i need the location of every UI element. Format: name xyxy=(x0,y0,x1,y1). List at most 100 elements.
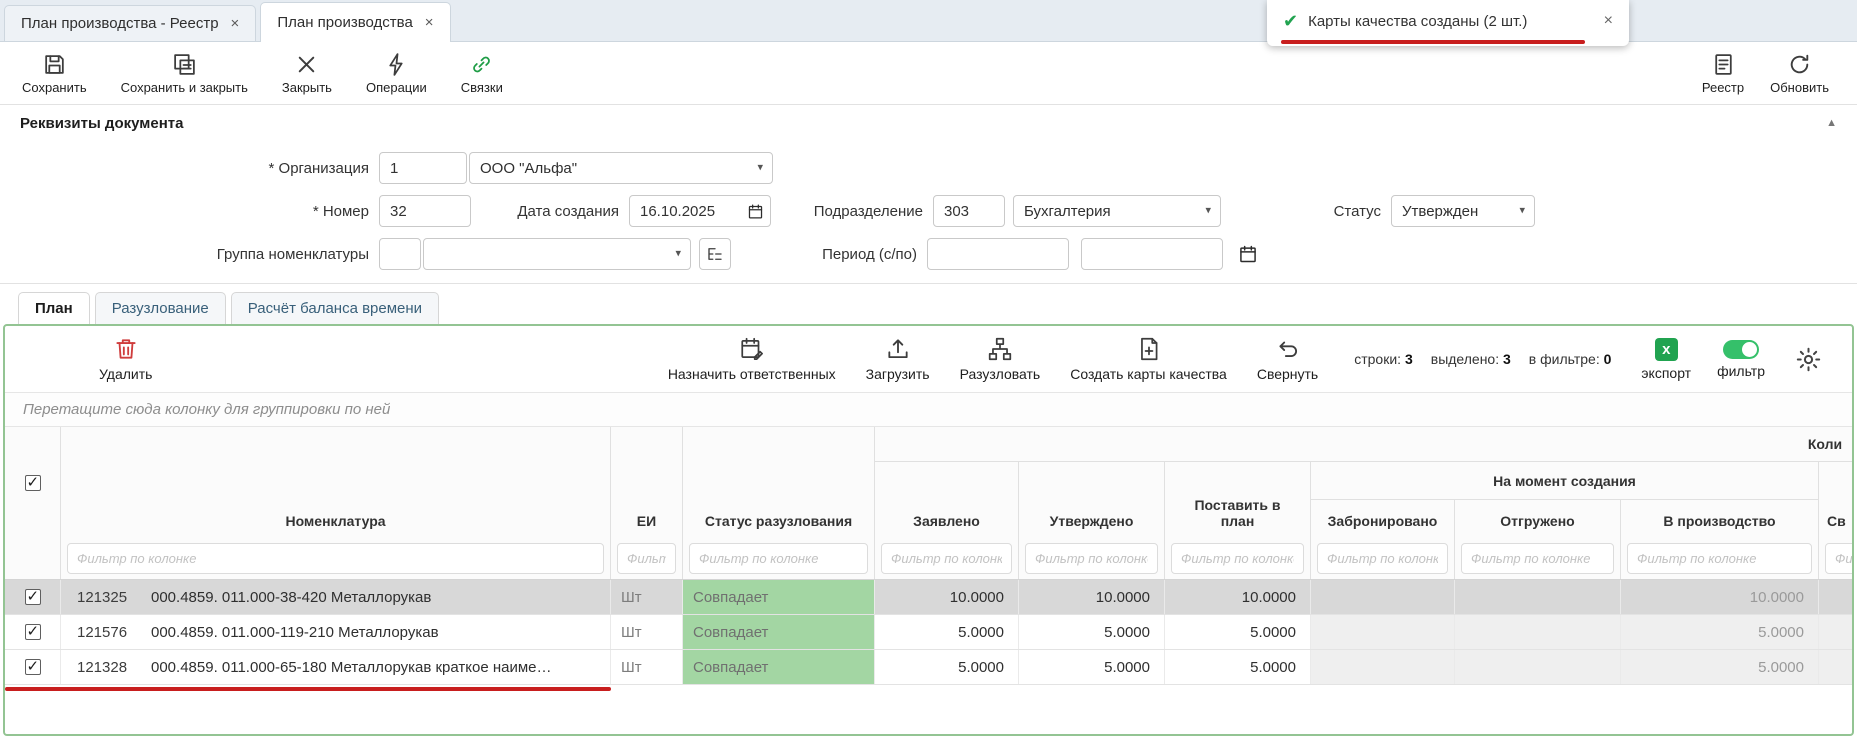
header-last-cut[interactable]: Св xyxy=(1819,462,1854,579)
header-shipped[interactable]: Отгружено xyxy=(1455,500,1621,579)
close-icon[interactable]: × xyxy=(231,15,240,32)
filter-unit-input[interactable] xyxy=(617,543,676,574)
window-tab-production-plan[interactable]: План производства × xyxy=(260,2,450,42)
row-in-production: 5.0000 xyxy=(1621,650,1819,684)
header-explode-status[interactable]: Статус разузлования xyxy=(683,427,875,579)
period-from-field[interactable] xyxy=(927,238,1069,270)
collapse-section-icon[interactable]: ▲ xyxy=(1826,117,1837,129)
operations-icon xyxy=(384,52,409,77)
row-checkbox[interactable] xyxy=(25,659,41,675)
nomenclature-group-select[interactable]: ▾ xyxy=(423,238,691,270)
header-declared[interactable]: Заявлено xyxy=(875,462,1019,579)
grid-toolbar: Удалить Назначить ответственных Загрузит… xyxy=(5,326,1852,392)
close-button[interactable]: Закрыть xyxy=(282,52,332,95)
filter-nomenclature-input[interactable] xyxy=(67,543,604,574)
filter-to-plan-input[interactable] xyxy=(1171,543,1304,574)
calendar-icon[interactable] xyxy=(747,203,764,220)
period-to-field[interactable] xyxy=(1081,238,1223,270)
filter-last-input[interactable] xyxy=(1825,543,1854,574)
row-unit: Шт xyxy=(611,615,683,649)
header-group-at-creation: На момент создания Забронировано Отгруже… xyxy=(1311,462,1819,579)
organization-code-field[interactable] xyxy=(379,152,467,184)
rows-counter: строки: 3 xyxy=(1354,351,1413,367)
save-and-close-button[interactable]: Сохранить и закрыть xyxy=(121,52,248,95)
filter-declared-input[interactable] xyxy=(881,543,1012,574)
toast-message: Карты качества созданы (2 шт.) xyxy=(1308,13,1527,30)
links-button[interactable]: Связки xyxy=(461,52,503,95)
select-all-checkbox[interactable] xyxy=(25,475,41,491)
tab-plan[interactable]: План xyxy=(18,292,90,324)
filter-toggle-button[interactable]: фильтр xyxy=(1717,340,1765,379)
number-field[interactable] xyxy=(379,195,471,227)
table-row[interactable]: 121325000.4859. 011.000-38-420 Металлору… xyxy=(5,580,1854,615)
nomenclature-group-code-field[interactable] xyxy=(379,238,421,270)
period-calendar-button[interactable] xyxy=(1235,241,1261,267)
row-approved: 5.0000 xyxy=(1019,650,1165,684)
toolbar-right-group: Реестр Обновить xyxy=(1702,52,1835,95)
app-window: План производства - Реестр × План произв… xyxy=(0,0,1857,736)
header-to-plan[interactable]: Поставить в план xyxy=(1165,462,1311,579)
window-tab-registry[interactable]: План производства - Реестр × xyxy=(4,5,256,41)
filter-reserved-input[interactable] xyxy=(1317,543,1448,574)
operations-button[interactable]: Операции xyxy=(366,52,427,95)
close-x-icon xyxy=(294,52,319,77)
refresh-icon xyxy=(1787,52,1812,77)
filter-shipped-input[interactable] xyxy=(1461,543,1614,574)
row-checkbox[interactable] xyxy=(25,624,41,640)
header-in-production[interactable]: В производство xyxy=(1621,500,1819,579)
filter-approved-input[interactable] xyxy=(1025,543,1158,574)
chevron-down-icon: ▾ xyxy=(1519,206,1525,217)
tab-time-balance[interactable]: Расчёт баланса времени xyxy=(231,292,439,324)
tab-explode[interactable]: Разузлование xyxy=(95,292,226,324)
row-in-production: 5.0000 xyxy=(1621,615,1819,649)
filter-explode-status-input[interactable] xyxy=(689,543,868,574)
hierarchy-nodes-icon xyxy=(987,336,1013,362)
section-title: Реквизиты документа xyxy=(20,115,183,132)
row-approved: 5.0000 xyxy=(1019,615,1165,649)
row-id: 121576 xyxy=(61,624,151,641)
save-button[interactable]: Сохранить xyxy=(22,52,87,95)
save-icon xyxy=(42,52,67,77)
header-nomenclature[interactable]: Номенклатура xyxy=(61,427,611,579)
hierarchy-picker-button[interactable] xyxy=(699,238,731,270)
registry-button[interactable]: Реестр xyxy=(1702,52,1744,95)
close-icon[interactable]: × xyxy=(425,14,434,31)
department-select[interactable]: Бухгалтерия ▾ xyxy=(1013,195,1221,227)
organization-select[interactable]: ООО "Альфа" ▾ xyxy=(469,152,773,184)
create-quality-cards-button[interactable]: Создать карты качества xyxy=(1070,336,1227,382)
load-button[interactable]: Загрузить xyxy=(866,336,930,382)
filtered-counter: в фильтре: 0 xyxy=(1529,351,1612,367)
window-tab-label: План производства xyxy=(277,14,412,31)
grid-settings-button[interactable] xyxy=(1795,346,1822,373)
row-to-plan: 5.0000 xyxy=(1165,615,1311,649)
assign-responsible-button[interactable]: Назначить ответственных xyxy=(668,336,836,382)
row-declared: 10.0000 xyxy=(875,580,1019,614)
period-label: Период (с/по) xyxy=(731,246,927,263)
export-excel-button[interactable]: x экспорт xyxy=(1641,338,1691,381)
status-select[interactable]: Утвержден ▾ xyxy=(1391,195,1535,227)
department-code-field[interactable] xyxy=(933,195,1005,227)
row-checkbox[interactable] xyxy=(25,589,41,605)
group-by-dropzone[interactable]: Перетащите сюда колонку для группировки … xyxy=(5,392,1852,427)
check-icon: ✔ xyxy=(1283,11,1298,32)
collapse-button[interactable]: Свернуть xyxy=(1257,336,1318,382)
refresh-button[interactable]: Обновить xyxy=(1770,52,1829,95)
table-row[interactable]: 121328000.4859. 011.000-65-180 Металлору… xyxy=(5,650,1854,685)
header-unit[interactable]: ЕИ xyxy=(611,427,683,579)
quantity-group-label: Коли xyxy=(875,427,1854,462)
header-approved[interactable]: Утверждено xyxy=(1019,462,1165,579)
header-reserved[interactable]: Забронировано xyxy=(1311,500,1455,579)
row-reserved xyxy=(1311,580,1455,614)
header-group-quantity: Коли Заявлено Утверждено Поставить в пла… xyxy=(875,427,1854,579)
row-declared: 5.0000 xyxy=(875,615,1019,649)
delete-button[interactable]: Удалить xyxy=(99,336,152,382)
status-label: Статус xyxy=(1221,203,1391,220)
filter-in-production-input[interactable] xyxy=(1627,543,1812,574)
table-row[interactable]: 121576000.4859. 011.000-119-210 Металлор… xyxy=(5,615,1854,650)
document-form: * Организация ООО "Альфа" ▾ * Номер Дата… xyxy=(0,141,1857,283)
toast-close-icon[interactable]: × xyxy=(1604,12,1613,30)
organization-label: * Организация xyxy=(0,160,379,177)
number-label: * Номер xyxy=(0,203,379,220)
annotation-underline xyxy=(1281,40,1585,44)
explode-button[interactable]: Разузловать xyxy=(960,336,1041,382)
